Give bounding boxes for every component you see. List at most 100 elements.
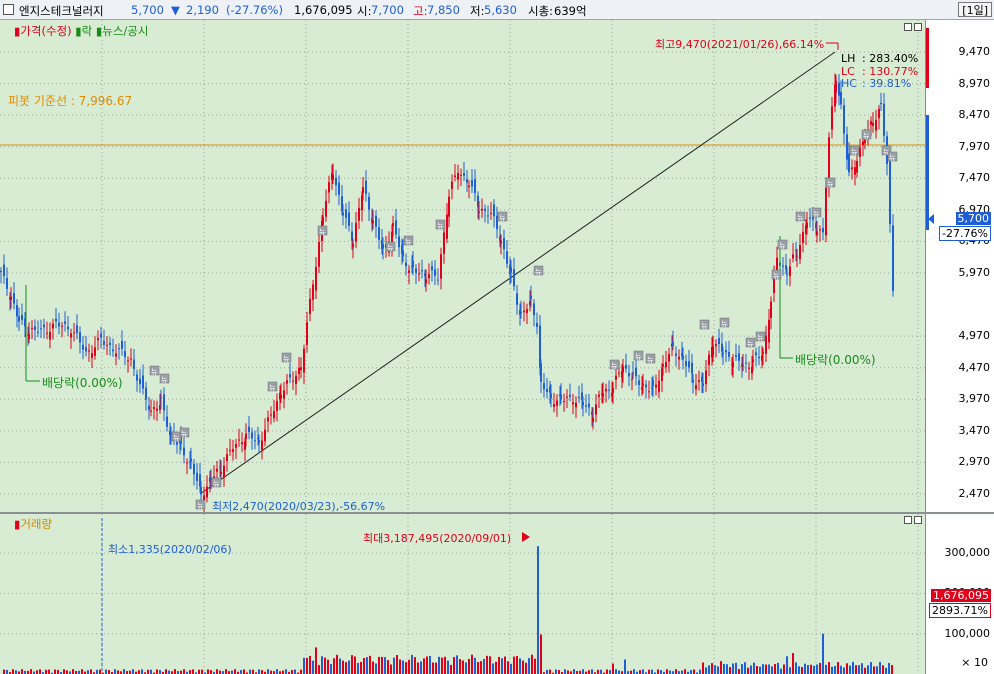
candle-body xyxy=(481,208,483,211)
candle-body xyxy=(872,122,874,126)
candle-body xyxy=(335,177,337,186)
price-axis[interactable]: 9,4708,9708,4707,9707,4706,9706,4705,970… xyxy=(925,20,994,513)
candle-body xyxy=(153,407,155,410)
vol-pane-minimize-icon[interactable] xyxy=(904,516,912,524)
volume-bar xyxy=(486,655,488,674)
price-tick-label: 4,970 xyxy=(958,329,991,343)
candle-body xyxy=(870,121,872,125)
volume-pane[interactable]: ▮거래량 최대3,187,495(2020/09/01) 최소1,335(202… xyxy=(0,514,925,674)
volume-bar xyxy=(114,669,116,674)
news-marker-glyph: 뉴 xyxy=(827,180,834,188)
candle-body xyxy=(457,172,459,180)
price-tick-label: 4,470 xyxy=(958,360,991,374)
candle-body xyxy=(97,338,99,341)
candle-body xyxy=(755,352,757,356)
candle-body xyxy=(496,215,498,230)
pivot-label: 피봇 기준선 : 7,996.67 xyxy=(8,94,133,108)
candle-body xyxy=(658,380,660,392)
volume-bar xyxy=(117,670,119,674)
volume-bar xyxy=(441,657,443,674)
candle-body xyxy=(127,360,129,362)
candle-body xyxy=(28,333,30,340)
period-button[interactable]: [1일] xyxy=(958,2,992,17)
volume-bar xyxy=(891,664,893,674)
candle-body xyxy=(210,477,212,480)
volume-bar xyxy=(582,669,584,674)
candle-body xyxy=(52,323,54,329)
mcap-value: 639억 xyxy=(554,4,587,18)
volume-bar xyxy=(225,669,227,674)
candle-body xyxy=(61,325,63,327)
pane-minimize-icon[interactable] xyxy=(904,23,912,31)
volume-bar xyxy=(471,654,473,674)
pane-close-icon[interactable] xyxy=(914,23,922,31)
candle-body xyxy=(806,222,808,229)
volume-bar xyxy=(816,664,818,674)
volume-bar xyxy=(573,669,575,674)
stock-name[interactable]: 엔지스테크널러지 xyxy=(19,3,104,19)
high-label: 고: xyxy=(413,4,428,18)
candle-body xyxy=(428,274,430,279)
volume-bar xyxy=(825,664,827,674)
volume-bar xyxy=(48,669,50,674)
candle-body xyxy=(156,408,158,411)
news-marker-glyph: 뉴 xyxy=(647,356,654,364)
candle-body xyxy=(16,305,18,317)
candle-body xyxy=(85,347,87,352)
volume-bar xyxy=(81,669,83,674)
dividend-label-1: 배당락(0.00%) xyxy=(42,376,123,390)
candle-body xyxy=(418,273,420,275)
volume-bar xyxy=(216,669,218,674)
volume-bar xyxy=(717,666,719,674)
candle-body xyxy=(345,209,347,218)
volume-bar xyxy=(549,669,551,674)
volume-bar xyxy=(3,669,5,674)
candle-body xyxy=(31,327,33,329)
volume-bar xyxy=(501,658,503,674)
volume-bar xyxy=(555,669,557,674)
candle-body xyxy=(572,402,574,405)
candle-body xyxy=(118,348,120,350)
volume-bar xyxy=(408,659,410,674)
volume-bar xyxy=(876,666,878,674)
candle-body xyxy=(848,153,850,173)
candle-body xyxy=(166,416,168,427)
volume-bar xyxy=(852,661,854,674)
volume-bar xyxy=(465,662,467,674)
candle-body xyxy=(298,367,300,374)
candle-body xyxy=(484,208,486,212)
compare-checkbox[interactable] xyxy=(3,4,14,15)
volume-bar xyxy=(777,662,779,674)
candle-body xyxy=(148,405,150,411)
candle-body xyxy=(605,388,607,392)
volume-bar xyxy=(219,670,221,674)
volume-bar xyxy=(303,657,305,674)
candle-body xyxy=(289,374,291,378)
price-tick-label: 3,470 xyxy=(958,423,991,437)
volume-bar xyxy=(795,662,797,674)
vol-pane-close-icon[interactable] xyxy=(914,516,922,524)
candle-body xyxy=(286,380,288,384)
volume-bar xyxy=(741,664,743,674)
candle-body xyxy=(635,367,637,377)
volume-value: 1,676,095 xyxy=(294,3,353,17)
candle-body xyxy=(854,167,856,175)
volume-axis[interactable]: 300,000200,000100,000 1,676,095 2893.71%… xyxy=(925,514,994,674)
volume-bar xyxy=(447,660,449,674)
volume-bar xyxy=(306,657,308,674)
price-chart-svg[interactable]: 뉴뉴뉴뉴뉴뉴뉴뉴뉴 뉴뉴뉴뉴뉴뉴뉴 뉴뉴 뉴뉴뉴뉴뉴뉴 뉴뉴뉴뉴뉴뉴 xyxy=(0,20,925,513)
candle-body xyxy=(530,295,532,299)
volume-bar xyxy=(108,669,110,674)
volume-bar xyxy=(633,669,635,674)
volume-bar xyxy=(393,657,395,674)
price-pane[interactable]: 뉴뉴뉴뉴뉴뉴뉴뉴뉴뉴뉴뉴뉴뉴뉴뉴뉴뉴뉴뉴뉴뉴뉴뉴뉴뉴뉴뉴뉴뉴 ▮가격(수정) ▮… xyxy=(0,20,925,513)
news-marker-glyph: 뉴 xyxy=(197,502,204,510)
candle-body xyxy=(698,380,700,383)
candle-body xyxy=(722,352,724,355)
candle-body xyxy=(312,284,314,300)
candle-body xyxy=(91,353,93,358)
candle-body xyxy=(392,223,394,227)
volume-bar xyxy=(333,658,335,674)
volume-bar xyxy=(708,665,710,674)
candle-body xyxy=(738,353,740,361)
